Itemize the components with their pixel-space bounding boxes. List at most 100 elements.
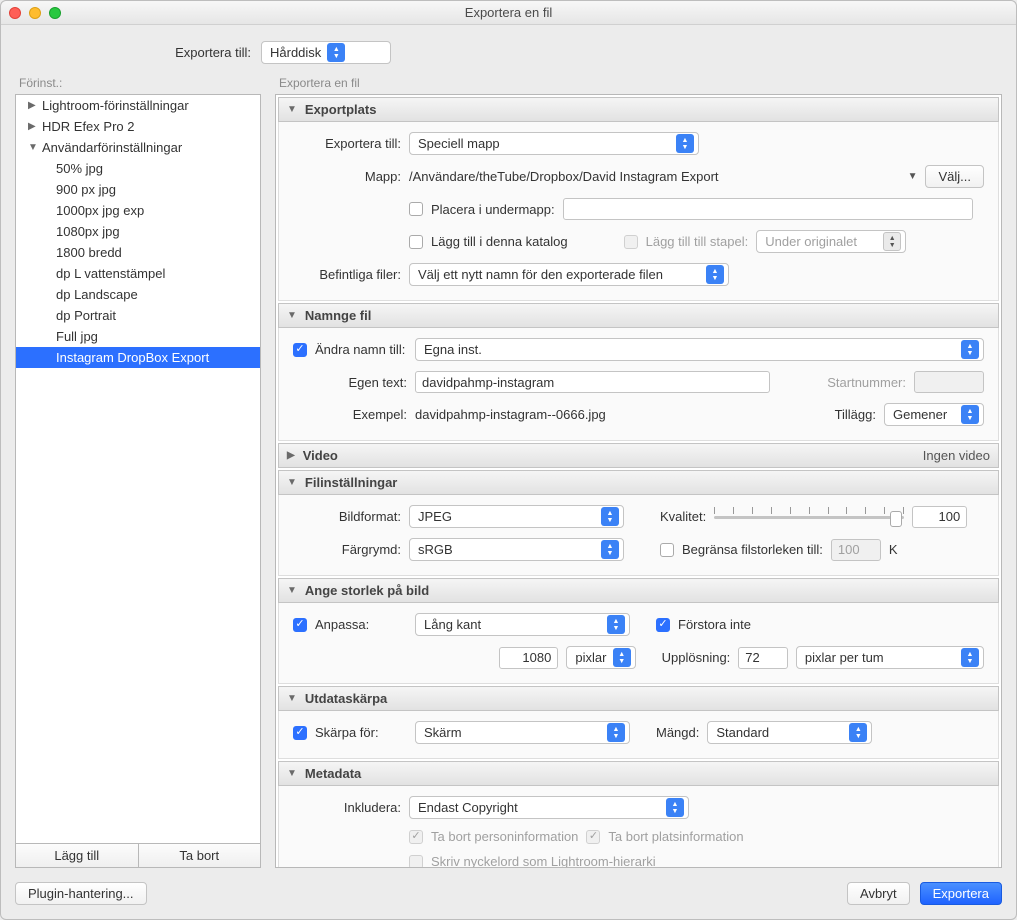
chevron-updown-icon: ▲▼: [706, 265, 724, 284]
export-to-label: Exportera till:: [293, 136, 401, 151]
example-label: Exempel:: [293, 407, 407, 422]
preset-item[interactable]: dp Portrait: [16, 305, 260, 326]
limit-filesize-checkbox[interactable]: [660, 543, 674, 557]
settings-panel: Exportera en fil ▼ Exportplats Exportera…: [275, 76, 1002, 868]
section-file-settings: ▼ Filinställningar Bildformat: JPEG ▲▼ K…: [278, 470, 999, 576]
remove-person-label: Ta bort personinformation: [431, 829, 578, 844]
quality-slider[interactable]: [714, 507, 904, 527]
section-header-metadata[interactable]: ▼ Metadata: [278, 761, 999, 786]
dimension-input[interactable]: 1080: [499, 647, 559, 669]
chevron-down-icon[interactable]: ▼: [908, 171, 918, 182]
section-header-file-settings[interactable]: ▼ Filinställningar: [278, 470, 999, 495]
limit-filesize-input[interactable]: 100: [831, 539, 881, 561]
resolution-unit-select[interactable]: pixlar per tum ▲▼: [796, 646, 984, 669]
quality-input[interactable]: 100: [912, 506, 967, 528]
remove-location-label: Ta bort platsinformation: [608, 829, 743, 844]
metadata-include-label: Inkludera:: [293, 800, 401, 815]
keywords-hierarchy-label: Skriv nyckelord som Lightroom-hierarki: [431, 854, 656, 868]
image-format-select[interactable]: JPEG ▲▼: [409, 505, 624, 528]
export-folder-type-select[interactable]: Speciell mapp ▲▼: [409, 132, 699, 155]
chevron-updown-icon: ▲▼: [666, 798, 684, 817]
preset-header: Förinst.:: [15, 76, 261, 94]
existing-files-select[interactable]: Välj ett nytt namn för den exporterade f…: [409, 263, 729, 286]
dimension-unit-select[interactable]: pixlar ▲▼: [566, 646, 635, 669]
chevron-down-icon: ▼: [287, 104, 297, 115]
section-export-location: ▼ Exportplats Exportera till: Speciell m…: [278, 97, 999, 301]
rename-label: Ändra namn till:: [315, 342, 407, 357]
extension-case-select[interactable]: Gemener ▲▼: [884, 403, 984, 426]
export-dialog-window: Exportera en fil Exportera till: Hårddis…: [0, 0, 1017, 920]
subfolder-input[interactable]: [563, 198, 973, 220]
image-format-label: Bildformat:: [293, 509, 401, 524]
section-title: Utdataskärpa: [305, 691, 387, 706]
dont-enlarge-checkbox[interactable]: ✓: [656, 618, 670, 632]
minimize-icon[interactable]: [29, 7, 41, 19]
preset-item[interactable]: 900 px jpg: [16, 179, 260, 200]
zoom-icon[interactable]: [49, 7, 61, 19]
resize-label: Anpassa:: [315, 617, 407, 632]
preset-item[interactable]: dp L vattenstämpel: [16, 263, 260, 284]
close-icon[interactable]: [9, 7, 21, 19]
limit-filesize-label: Begränsa filstorleken till:: [682, 542, 823, 557]
rename-template-select[interactable]: Egna inst. ▲▼: [415, 338, 984, 361]
custom-text-label: Egen text:: [293, 375, 407, 390]
sharpen-amount-select[interactable]: Standard ▲▼: [707, 721, 872, 744]
subfolder-checkbox[interactable]: [409, 202, 423, 216]
preset-group[interactable]: ▶Lightroom-förinställningar: [16, 95, 260, 116]
export-button[interactable]: Exportera: [920, 882, 1002, 905]
metadata-include-select[interactable]: Endast Copyright ▲▼: [409, 796, 689, 819]
preset-group[interactable]: ▶HDR Efex Pro 2: [16, 116, 260, 137]
export-destination-select[interactable]: Hårddisk ▲▼: [261, 41, 391, 64]
subfolder-label: Placera i undermapp:: [431, 202, 555, 217]
section-header-export-location[interactable]: ▼ Exportplats: [278, 97, 999, 122]
remove-preset-button[interactable]: Ta bort: [139, 844, 261, 867]
remove-person-checkbox: ✓: [409, 830, 423, 844]
chevron-updown-icon: ▲▼: [961, 340, 979, 359]
dont-enlarge-label: Förstora inte: [678, 617, 751, 632]
chevron-updown-icon: ▲▼: [883, 232, 901, 251]
export-destination-value: Hårddisk: [270, 45, 321, 60]
section-title: Filinställningar: [305, 475, 397, 490]
export-destination-row: Exportera till: Hårddisk ▲▼: [1, 25, 1016, 76]
preset-group[interactable]: ▼Användarförinställningar: [16, 137, 260, 158]
resize-mode-select[interactable]: Lång kant ▲▼: [415, 613, 630, 636]
section-header-naming[interactable]: ▼ Namnge fil: [278, 303, 999, 328]
preset-item[interactable]: 1080px jpg: [16, 221, 260, 242]
add-stack-label: Lägg till till stapel:: [646, 234, 749, 249]
plugin-manager-button[interactable]: Plugin-hantering...: [15, 882, 147, 905]
add-catalog-label: Lägg till i denna katalog: [431, 234, 568, 249]
preset-item[interactable]: 1000px jpg exp: [16, 200, 260, 221]
chevron-right-icon: ▶: [28, 100, 38, 111]
add-preset-button[interactable]: Lägg till: [16, 844, 139, 867]
preset-item[interactable]: Instagram DropBox Export: [16, 347, 260, 368]
section-header-sharpening[interactable]: ▼ Utdataskärpa: [278, 686, 999, 711]
sharpen-checkbox[interactable]: ✓: [293, 726, 307, 740]
resolution-input[interactable]: 72: [738, 647, 788, 669]
window-controls: [9, 7, 61, 19]
colorspace-label: Färgrymd:: [293, 542, 401, 557]
preset-item[interactable]: Full jpg: [16, 326, 260, 347]
add-catalog-checkbox[interactable]: [409, 235, 423, 249]
cancel-button[interactable]: Avbryt: [847, 882, 910, 905]
preset-list[interactable]: ▶Lightroom-förinställningar▶HDR Efex Pro…: [15, 94, 261, 844]
custom-text-input[interactable]: davidpahmp-instagram: [415, 371, 770, 393]
section-header-video[interactable]: ▶ Video Ingen video: [278, 443, 999, 468]
chevron-updown-icon: ▲▼: [607, 615, 625, 634]
preset-item[interactable]: 50% jpg: [16, 158, 260, 179]
chevron-right-icon: ▶: [287, 450, 295, 461]
preset-item[interactable]: 1800 bredd: [16, 242, 260, 263]
chevron-down-icon: ▼: [287, 768, 297, 779]
sharpen-amount-label: Mängd:: [656, 725, 699, 740]
section-naming: ▼ Namnge fil ✓ Ändra namn till: Egna ins…: [278, 303, 999, 441]
sharpen-target-select[interactable]: Skärm ▲▼: [415, 721, 630, 744]
choose-folder-button[interactable]: Välj...: [925, 165, 984, 188]
chevron-down-icon: ▼: [287, 310, 297, 321]
section-header-sizing[interactable]: ▼ Ange storlek på bild: [278, 578, 999, 603]
rename-checkbox[interactable]: ✓: [293, 343, 307, 357]
chevron-down-icon: ▼: [287, 693, 297, 704]
preset-item[interactable]: dp Landscape: [16, 284, 260, 305]
resolution-label: Upplösning:: [662, 650, 731, 665]
colorspace-select[interactable]: sRGB ▲▼: [409, 538, 624, 561]
resize-checkbox[interactable]: ✓: [293, 618, 307, 632]
preset-group-label: HDR Efex Pro 2: [42, 119, 134, 134]
